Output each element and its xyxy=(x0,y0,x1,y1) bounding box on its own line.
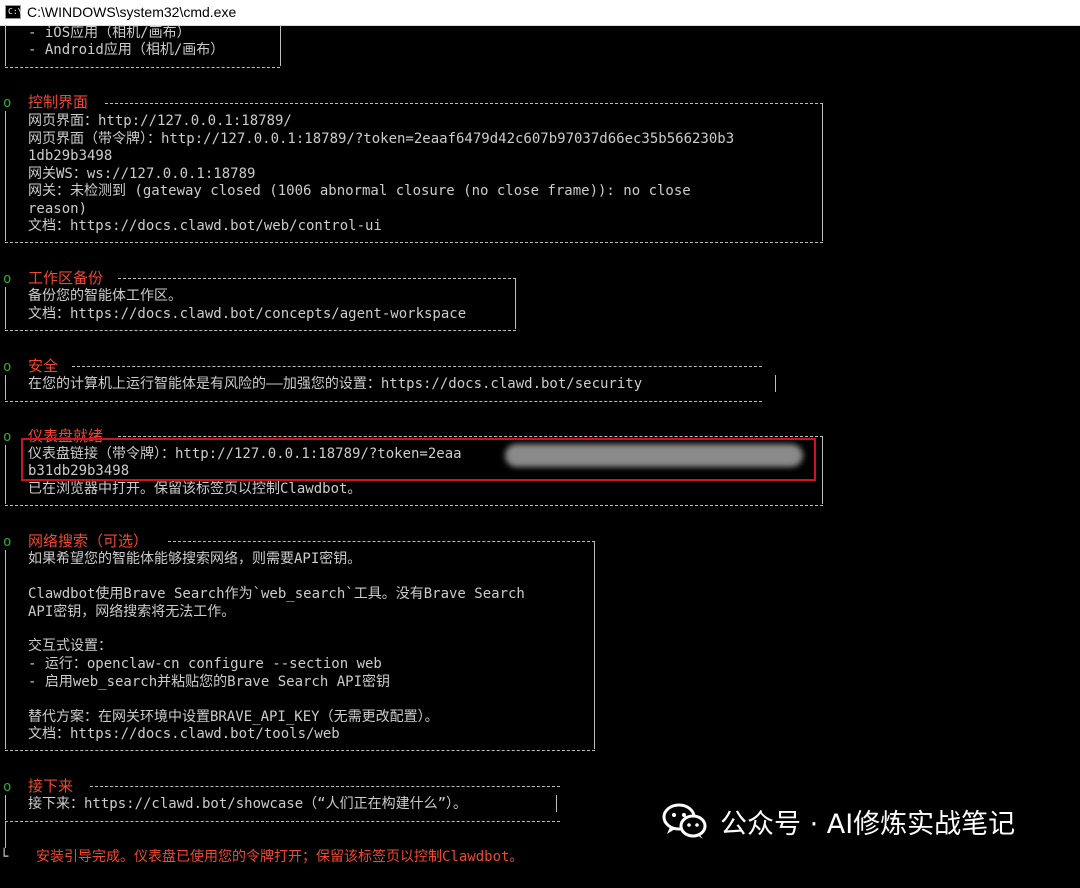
highlight-box xyxy=(21,438,816,481)
console-line: API密钥，网络搜索将无法工作。 xyxy=(28,604,236,620)
console-line: 1db29b3498 xyxy=(28,148,113,164)
box-border-left xyxy=(5,287,6,329)
console-line: 文档：https://docs.clawd.bot/web/control-ui xyxy=(28,218,382,234)
box-border-left xyxy=(5,822,6,848)
box-divider xyxy=(72,366,762,367)
console-line: Clawdbot使用Brave Search作为`web_search`工具。没… xyxy=(28,586,525,602)
console-line: 文档：https://docs.clawd.bot/concepts/agent… xyxy=(28,306,467,322)
box-divider xyxy=(5,750,595,751)
console-line: - iOS应用（相机/画布） xyxy=(28,25,191,41)
watermark-text: 公众号 · AI修炼实战笔记 xyxy=(720,808,1016,840)
box-border-right xyxy=(556,795,557,812)
section-header-control: 控制界面 xyxy=(28,93,89,111)
box-divider xyxy=(168,541,595,542)
console-line: 网页界面：http://127.0.0.1:18789/ xyxy=(28,113,292,129)
console-line: 网关WS：ws://127.0.0.1:18789 xyxy=(28,166,256,182)
cmd-icon[interactable]: C:\ xyxy=(5,5,22,19)
box-divider xyxy=(5,505,823,506)
bullet-marker: o xyxy=(3,95,12,111)
box-divider xyxy=(90,786,560,787)
section-header-next: 接下来 xyxy=(28,777,74,795)
section-header-websearch: 网络搜索（可选） xyxy=(28,532,149,550)
corner-glyph: └ xyxy=(0,849,9,865)
console-line: 替代方案：在网关环境中设置BRAVE_API_KEY（无需更改配置）。 xyxy=(28,709,439,725)
console-line: reason) xyxy=(28,201,88,217)
box-border-right xyxy=(515,278,516,329)
console-line: - 运行：openclaw-cn configure --section web xyxy=(28,656,382,672)
console-line: 交互式设置： xyxy=(28,638,112,654)
box-border-right xyxy=(822,436,823,504)
console-line: 网关：未检测到 (gateway closed (1006 abnormal c… xyxy=(28,183,691,199)
box-border-right xyxy=(822,103,823,241)
box-border-left xyxy=(5,111,6,241)
box-border-right xyxy=(280,25,281,66)
bullet-marker: o xyxy=(3,429,12,445)
console-line: - Android应用（相机/画布） xyxy=(28,42,225,58)
console-line: 备份您的智能体工作区。 xyxy=(28,288,182,304)
console-line: 已在浏览器中打开。保留该标签页以控制Clawdbot。 xyxy=(28,481,362,497)
console-line: 文档：https://docs.clawd.bot/tools/web xyxy=(28,726,340,742)
bullet-marker: o xyxy=(3,779,12,795)
section-header-workspace: 工作区备份 xyxy=(28,269,104,287)
box-divider xyxy=(5,821,560,822)
box-divider xyxy=(5,401,762,402)
box-divider xyxy=(5,67,280,68)
box-divider xyxy=(118,436,823,437)
box-border-left xyxy=(5,445,6,504)
box-divider xyxy=(5,242,823,243)
box-border-right xyxy=(775,375,776,392)
console-line: 如果希望您的智能体能够搜索网络，则需要API密钥。 xyxy=(28,551,362,567)
bullet-marker: o xyxy=(3,359,12,375)
section-header-security: 安全 xyxy=(28,357,59,375)
box-border-left xyxy=(5,795,6,820)
bullet-marker: o xyxy=(3,534,12,550)
final-message: 安装引导完成。仪表盘已使用您的令牌打开；保留该标签页以控制Clawdbot。 xyxy=(36,849,524,865)
box-divider xyxy=(105,103,823,104)
window-title: C:\WINDOWS\system32\cmd.exe xyxy=(27,4,237,20)
watermark: 公众号 · AI修炼实战笔记 xyxy=(662,799,1015,843)
title-bar[interactable]: C:\ C:\WINDOWS\system32\cmd.exe xyxy=(0,0,1080,26)
box-border-left xyxy=(5,375,6,400)
console-line: 接下来：https://clawd.bot/showcase（“人们正在构建什么… xyxy=(28,796,468,812)
box-border-left xyxy=(5,25,6,66)
box-divider xyxy=(118,278,516,279)
console-line: 在您的计算机上运行智能体是有风险的——加强您的设置：https://docs.c… xyxy=(28,376,643,392)
box-border-right xyxy=(594,541,595,749)
box-divider xyxy=(5,330,516,331)
console-line: - 启用web_search并粘贴您的Brave Search API密钥 xyxy=(28,674,391,690)
wechat-icon xyxy=(662,802,708,840)
box-border-left xyxy=(5,550,6,749)
console-line: 网页界面（带令牌）：http://127.0.0.1:18789/?token=… xyxy=(28,131,735,147)
console-output[interactable]: - iOS应用（相机/画布） - Android应用（相机/画布） o 控制界面… xyxy=(0,25,1080,888)
bullet-marker: o xyxy=(3,271,12,287)
